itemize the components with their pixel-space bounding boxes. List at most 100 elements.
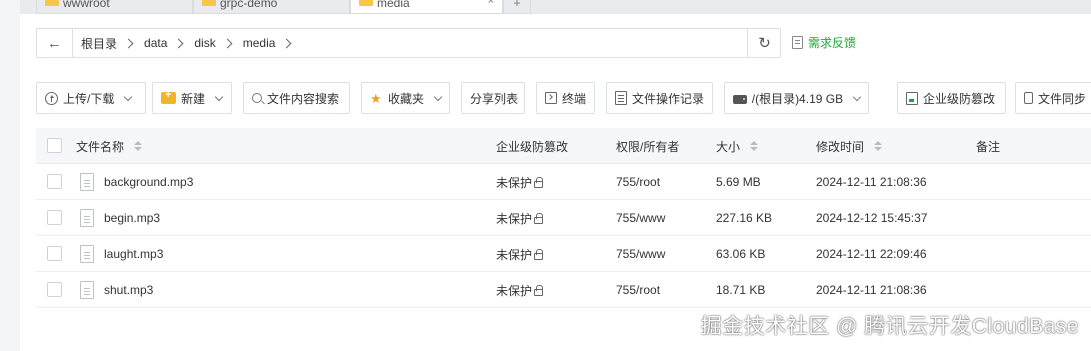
share-list-button[interactable]: 分享列表 (461, 82, 525, 114)
breadcrumb-disk[interactable]: disk (194, 36, 215, 50)
unlock-icon (534, 212, 544, 224)
upload-download-button[interactable]: 上传/下载 (36, 82, 146, 114)
file-name-cell[interactable]: background.mp3 (80, 164, 193, 200)
tamper-status: 未保护 (496, 175, 533, 190)
mtime-cell: 2024-12-12 15:45:37 (816, 211, 928, 225)
breadcrumb-data[interactable]: data (144, 36, 167, 50)
feedback-icon (792, 36, 803, 49)
tamper-cell[interactable]: 未保护 (496, 164, 544, 200)
sort-icon (134, 141, 143, 151)
folder-icon (45, 0, 59, 6)
folder-icon (202, 0, 216, 6)
chevron-right-icon (281, 38, 292, 48)
mtime-cell: 2024-12-11 21:08:36 (816, 175, 927, 189)
tamper-cell[interactable]: 未保护 (496, 272, 544, 308)
breadcrumb-root[interactable]: 根目录 (81, 35, 117, 52)
new-button[interactable]: 新建 (152, 82, 232, 114)
file-name[interactable]: laught.mp3 (104, 247, 163, 261)
close-icon[interactable]: × (488, 0, 494, 7)
tamper-protect-button[interactable]: 企业级防篡改 (897, 82, 1006, 114)
watermark-text: 掘金技术社区 @ 腾讯云开发CloudBase (700, 315, 1079, 338)
tab-label: grpc-demo (220, 0, 278, 10)
refresh-icon[interactable]: ↻ (747, 29, 781, 57)
sort-icon (874, 141, 883, 151)
table-row[interactable]: begin.mp3 未保护 755/www 227.16 KB 2024-12-… (36, 200, 1091, 236)
unlock-icon (534, 176, 544, 188)
chevron-down-icon (433, 92, 443, 101)
permission-cell[interactable]: 755/root (616, 272, 660, 308)
tamper-cell[interactable]: 未保护 (496, 236, 544, 272)
chevron-down-icon (852, 92, 862, 101)
feedback-link[interactable]: 需求反馈 (792, 34, 856, 51)
upload-download-label: 上传/下载 (63, 91, 115, 106)
file-name-cell[interactable]: begin.mp3 (80, 200, 160, 236)
folder-icon (359, 0, 373, 6)
terminal-icon (545, 92, 557, 104)
table-row[interactable]: background.mp3 未保护 755/root 5.69 MB 2024… (36, 164, 1091, 200)
chevron-down-icon (124, 92, 133, 101)
sync-icon (1024, 92, 1033, 104)
new-folder-icon (161, 89, 176, 104)
file-name[interactable]: shut.mp3 (104, 283, 153, 297)
favorites-button[interactable]: ★ 收藏夹 (361, 82, 450, 114)
content-search-button[interactable]: 文件内容搜索 (243, 82, 350, 114)
table-row[interactable]: shut.mp3 未保护 755/root 18.71 KB 2024-12-1… (36, 272, 1091, 308)
unlock-icon (534, 248, 544, 260)
favorites-label: 收藏夹 (387, 91, 424, 106)
row-checkbox[interactable] (47, 282, 62, 297)
add-tab-button[interactable]: + (503, 0, 531, 14)
tamper-protect-label: 企业级防篡改 (923, 91, 996, 106)
unlock-icon (534, 284, 544, 296)
column-note: 备注 (976, 128, 1000, 164)
upload-icon (45, 91, 58, 105)
terminal-button[interactable]: 终端 (536, 82, 595, 114)
column-name-label: 文件名称 (76, 139, 125, 154)
column-name[interactable]: 文件名称 (76, 128, 143, 164)
chevron-right-icon (123, 38, 134, 48)
file-op-log-button[interactable]: 文件操作记录 (606, 82, 713, 114)
permission-cell[interactable]: 755/www (616, 200, 665, 236)
disk-icon (733, 94, 747, 104)
file-name[interactable]: begin.mp3 (104, 211, 160, 225)
tab-label: media (377, 0, 410, 10)
file-icon (80, 281, 94, 299)
feedback-label: 需求反馈 (808, 36, 857, 50)
disk-select-button[interactable]: /(根目录)4.19 GB (724, 82, 869, 114)
permission-cell[interactable]: 755/www (616, 236, 665, 272)
log-icon (615, 91, 627, 105)
permission-cell[interactable]: 755/root (616, 164, 660, 200)
row-checkbox[interactable] (47, 174, 62, 189)
tamper-cell[interactable]: 未保护 (496, 200, 544, 236)
column-size[interactable]: 大小 (716, 128, 759, 164)
tab-media[interactable]: media × (350, 0, 503, 14)
select-all-checkbox[interactable] (47, 138, 62, 153)
new-label: 新建 (181, 91, 206, 106)
share-list-label: 分享列表 (470, 91, 519, 106)
table-header: 文件名称 企业级防篡改 权限/所有者 大小 修改时间 备注 (36, 128, 1091, 164)
chevron-right-icon (222, 38, 233, 48)
column-note-label: 备注 (976, 139, 1001, 154)
row-checkbox[interactable] (47, 210, 62, 225)
file-name-cell[interactable]: laught.mp3 (80, 236, 163, 272)
breadcrumb-media[interactable]: media (243, 36, 276, 50)
file-name[interactable]: background.mp3 (104, 175, 193, 189)
row-checkbox[interactable] (47, 246, 62, 261)
file-icon (80, 173, 94, 191)
table-row[interactable]: laught.mp3 未保护 755/www 63.06 KB 2024-12-… (36, 236, 1091, 272)
address-bar[interactable]: ← 根目录 data disk media ↻ (36, 28, 781, 58)
arrow-left-icon[interactable]: ← (37, 29, 73, 57)
file-sync-label: 文件同步 (1037, 91, 1086, 106)
star-icon: ★ (370, 90, 382, 106)
chevron-down-icon (214, 92, 224, 101)
tab-wwwroot[interactable]: wwwroot (36, 0, 193, 14)
mtime-cell: 2024-12-11 21:08:36 (816, 283, 927, 297)
file-icon (80, 209, 94, 227)
tamper-status: 未保护 (496, 247, 533, 262)
tab-grpc-demo[interactable]: grpc-demo (193, 0, 350, 14)
column-mtime[interactable]: 修改时间 (816, 128, 883, 164)
tab-strip: wwwroot grpc-demo media × + (20, 0, 1091, 14)
tamper-status: 未保护 (496, 283, 533, 298)
file-name-cell[interactable]: shut.mp3 (80, 272, 153, 308)
file-sync-button[interactable]: 文件同步 (1015, 82, 1091, 114)
column-tamper-label: 企业级防篡改 (496, 139, 569, 154)
